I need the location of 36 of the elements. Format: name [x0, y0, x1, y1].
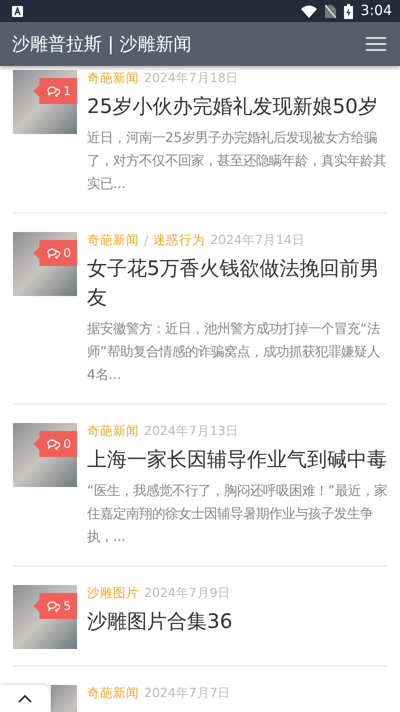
menu-icon[interactable] [366, 37, 386, 51]
category-link[interactable]: 奇葩新闻 [87, 684, 139, 702]
photo-placeholder[interactable]: 5 [13, 585, 77, 649]
no-sim-icon [324, 4, 336, 18]
photo-placeholder[interactable]: 1 [13, 70, 77, 134]
category-link[interactable]: 奇葩新闻 [87, 422, 139, 440]
category-link[interactable]: 沙雕图片 [87, 584, 139, 602]
photo-placeholder[interactable]: 0 [13, 232, 77, 296]
article-summary: 近日，河南一25岁男子办完婚礼后发现被女方给骗了，对方不仅不回家，甚至还隐瞒年龄，真实年龄其实已... [87, 130, 387, 194]
post-date: 2024年7月7日 [144, 684, 231, 702]
article-title[interactable]: 女子花5万香火钱欲做法挽回前男友 [87, 254, 387, 312]
comment-count-badge: 1 [33, 78, 77, 104]
chevron-up-icon [18, 694, 32, 702]
wifi-icon [300, 4, 317, 18]
post-date: 2024年7月14日 [210, 232, 305, 248]
comment-count-badge: 0 [33, 240, 77, 266]
article-title[interactable]: 沙雕图片合集36 [87, 607, 387, 636]
article-summary: 据安徽警方：近日，池州警方成功打掉一个冒充“法师”帮助复合情感的诈骗窝点，成功抓获犯罪嫌疑人4名... [87, 320, 381, 385]
article-title[interactable]: 上海一家长因辅导作业气到碱中毒 [87, 445, 387, 474]
scroll-to-top-button[interactable] [0, 685, 50, 712]
category-separator: / [144, 232, 148, 248]
post-date: 2024年7月18日 [144, 70, 239, 86]
post-date: 2024年7月13日 [144, 422, 239, 440]
notification-icon [12, 6, 23, 16]
clock: 3:04 [360, 3, 392, 19]
battery-icon [344, 4, 353, 18]
comment-count-badge: 5 [33, 593, 77, 619]
category-link[interactable]: 奇葩新闻 [87, 232, 139, 248]
category-link[interactable]: 迷惑行为 [153, 232, 206, 248]
category-link[interactable]: 奇葩新闻 [87, 70, 139, 86]
article-title[interactable]: 25岁小伙办完婚礼发现新娘50岁 [87, 92, 387, 121]
post-date: 2024年7月9日 [144, 584, 231, 602]
app-title: 沙雕普拉斯 | 沙雕新闻 [12, 33, 193, 56]
article-summary: “医生，我感觉不行了，胸闷还呼吸困难！”最近，家住嘉定南翔的徐女士因辅导暑期作业与孩子发生争执，... [87, 482, 387, 547]
photo-placeholder[interactable]: 0 [13, 423, 77, 487]
comment-count-badge: 0 [33, 431, 77, 457]
